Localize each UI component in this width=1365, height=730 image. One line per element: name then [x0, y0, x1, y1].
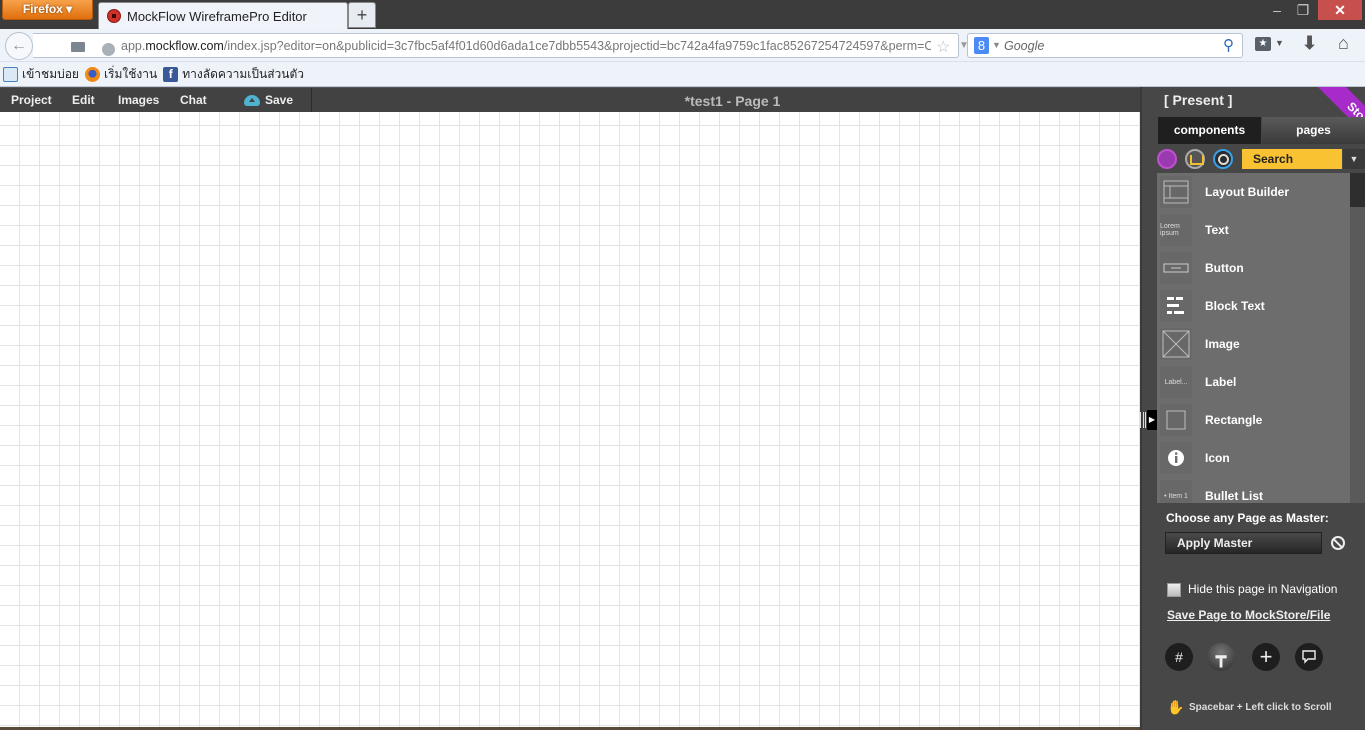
firefox-icon: [84, 66, 100, 82]
panel-collapse-handle[interactable]: ▶: [1140, 410, 1158, 430]
layout-builder-icon: [1160, 176, 1192, 208]
site-identity-globe-icon[interactable]: [102, 43, 115, 56]
new-tab-button[interactable]: +: [348, 2, 376, 28]
component-label: Layout Builder: [1205, 185, 1290, 199]
search-dropdown-icon[interactable]: ▼: [1343, 149, 1365, 169]
component-label: Icon: [1205, 451, 1230, 465]
present-button[interactable]: [ Present ]: [1164, 92, 1232, 108]
comment-button[interactable]: [1295, 643, 1323, 671]
bookmark-label: เข้าชมบ่อย: [22, 66, 79, 81]
label-icon: Label...: [1160, 366, 1192, 398]
component-image[interactable]: Image: [1157, 325, 1350, 363]
tab-pages[interactable]: pages: [1262, 117, 1365, 144]
url-bar[interactable]: app.mockflow.com/index.jsp?editor=on&pub…: [33, 33, 986, 58]
search-bar[interactable]: 8 ▼ Google ⚲: [967, 33, 1243, 58]
navigation-toolbar: app.mockflow.com/index.jsp?editor=on&pub…: [0, 29, 1365, 62]
downloads-icon[interactable]: ⬇: [1302, 33, 1317, 54]
grid-toggle-button[interactable]: #: [1165, 643, 1193, 671]
master-page-label: Choose any Page as Master:: [1166, 511, 1329, 525]
component-list: Layout Builder Lorem ipsum Text Button B…: [1157, 173, 1350, 503]
bullet-list-icon: • Item 1: [1160, 480, 1192, 503]
hide-in-navigation-label[interactable]: Hide this page in Navigation: [1188, 582, 1337, 596]
search-placeholder[interactable]: Google: [1004, 39, 1044, 53]
component-text[interactable]: Lorem ipsum Text: [1157, 211, 1350, 249]
component-layout-builder[interactable]: Layout Builder: [1157, 173, 1350, 211]
component-label: Label: [1205, 375, 1237, 389]
close-window-button[interactable]: ✕: [1318, 0, 1362, 20]
browser-title-bar: Firefox ▾ MockFlow WireframePro Editor +…: [0, 0, 1365, 29]
sitemap-icon[interactable]: [1185, 149, 1205, 169]
component-label[interactable]: Label... Label: [1157, 363, 1350, 401]
add-button[interactable]: +: [1252, 643, 1280, 671]
bookmarks-toolbar: เข้าชมบ่อย เริ่มใช้งาน f ทางลัดความเป็นส…: [0, 62, 1365, 87]
collapse-arrow-icon[interactable]: ▶: [1147, 410, 1157, 430]
bookmark-label: ทางลัดความเป็นส่วนตัว: [182, 66, 305, 81]
minimize-button[interactable]: –: [1266, 0, 1288, 20]
panel-edge: [1140, 87, 1142, 730]
component-label: Button: [1205, 261, 1244, 275]
clear-master-icon[interactable]: [1331, 536, 1345, 550]
ruler-guide-button[interactable]: ┳: [1207, 643, 1235, 671]
hide-in-navigation-checkbox[interactable]: [1167, 583, 1181, 597]
bookmarks-dropdown-icon[interactable]: ▼: [1275, 38, 1284, 48]
apply-master-dropdown[interactable]: Apply Master: [1165, 532, 1322, 554]
search-engine-dropdown-icon[interactable]: ▼: [992, 40, 1001, 50]
component-list-scrollbar[interactable]: [1350, 173, 1365, 503]
component-search-input[interactable]: Search: [1242, 149, 1342, 169]
zoom-icon[interactable]: [1213, 149, 1233, 169]
home-icon[interactable]: ⌂: [1338, 33, 1349, 54]
app-menu-bar: Project Edit Images Chat Save *test1 - P…: [0, 87, 1140, 113]
component-block-text[interactable]: Block Text: [1157, 287, 1350, 325]
component-label: Image: [1205, 337, 1240, 351]
bookmark-label: เริ่มใช้งาน: [103, 66, 158, 81]
component-label: Text: [1205, 223, 1229, 237]
bookmark-most-visited[interactable]: เข้าชมบ่อย: [3, 65, 79, 84]
info-icon: [1160, 442, 1192, 474]
component-icon[interactable]: Icon: [1157, 439, 1350, 477]
button-icon: [1160, 252, 1192, 284]
component-bullet-list[interactable]: • Item 1 Bullet List: [1157, 477, 1350, 503]
bookmark-privacy-shortcuts[interactable]: f ทางลัดความเป็นส่วนตัว: [163, 65, 304, 84]
block-text-icon: [1160, 290, 1192, 322]
tab-groups-icon[interactable]: [71, 42, 85, 52]
google-search-engine-icon[interactable]: 8: [974, 37, 989, 54]
image-icon: [1160, 328, 1192, 360]
bookmark-star-icon[interactable]: ☆: [936, 37, 950, 57]
maximize-button[interactable]: ❐: [1292, 0, 1314, 20]
facebook-icon: f: [163, 66, 179, 82]
bookmark-getting-started[interactable]: เริ่มใช้งาน: [84, 65, 158, 84]
back-button[interactable]: ←: [5, 32, 33, 60]
bookmarks-menu-icon[interactable]: ★: [1255, 37, 1271, 51]
component-store-icon[interactable]: [1157, 149, 1177, 169]
component-label: Bullet List: [1205, 489, 1264, 503]
component-button[interactable]: Button: [1157, 249, 1350, 287]
mockflow-favicon-icon: [107, 9, 121, 23]
tab-components[interactable]: components: [1158, 117, 1261, 144]
url-text[interactable]: app.mockflow.com/index.jsp?editor=on&pub…: [121, 39, 931, 53]
scrollbar-thumb[interactable]: [1350, 173, 1365, 207]
search-magnifier-icon[interactable]: ⚲: [1223, 36, 1234, 54]
save-page-to-mockstore-link[interactable]: Save Page to MockStore/File: [1167, 608, 1330, 622]
component-label: Rectangle: [1205, 413, 1263, 427]
right-panel: [ Present ] Store components pages Searc…: [1140, 87, 1365, 730]
firefox-menu-button[interactable]: Firefox ▾: [2, 0, 93, 20]
browser-tab-active[interactable]: MockFlow WireframePro Editor: [98, 2, 348, 29]
text-icon: Lorem ipsum: [1160, 214, 1192, 246]
most-visited-icon: [3, 66, 18, 82]
wireframe-canvas[interactable]: [0, 112, 1140, 728]
component-rectangle[interactable]: Rectangle: [1157, 401, 1350, 439]
tab-title: MockFlow WireframePro Editor: [127, 8, 307, 24]
hand-cursor-icon: ✋: [1167, 699, 1185, 715]
rectangle-icon: [1160, 404, 1192, 436]
component-label: Block Text: [1205, 299, 1265, 313]
scroll-tip-text: Spacebar + Left click to Scroll: [1189, 702, 1332, 713]
drag-grip-icon[interactable]: [1140, 412, 1146, 428]
